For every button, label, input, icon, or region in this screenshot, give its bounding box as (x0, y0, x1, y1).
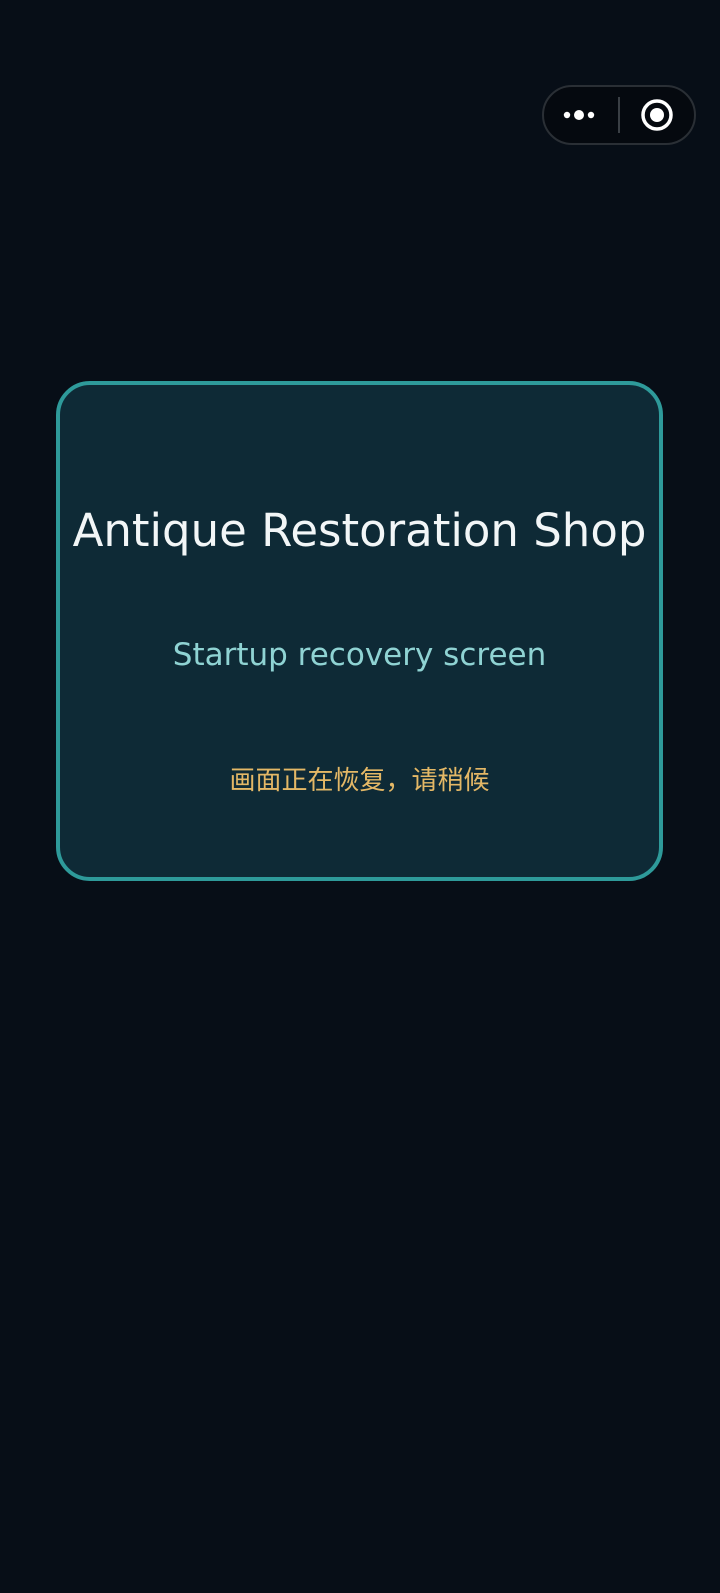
target-circle-icon (641, 99, 673, 131)
close-button[interactable] (620, 87, 694, 143)
mini-program-capsule (542, 85, 696, 145)
recovery-card: Antique Restoration Shop Startup recover… (56, 381, 663, 881)
screen-subtitle: Startup recovery screen (172, 637, 547, 673)
more-button[interactable] (544, 87, 618, 143)
status-message: 画面正在恢复，请稍候 (229, 766, 490, 796)
more-dots-icon (563, 110, 595, 120)
app-title: Antique Restoration Shop (72, 504, 647, 557)
